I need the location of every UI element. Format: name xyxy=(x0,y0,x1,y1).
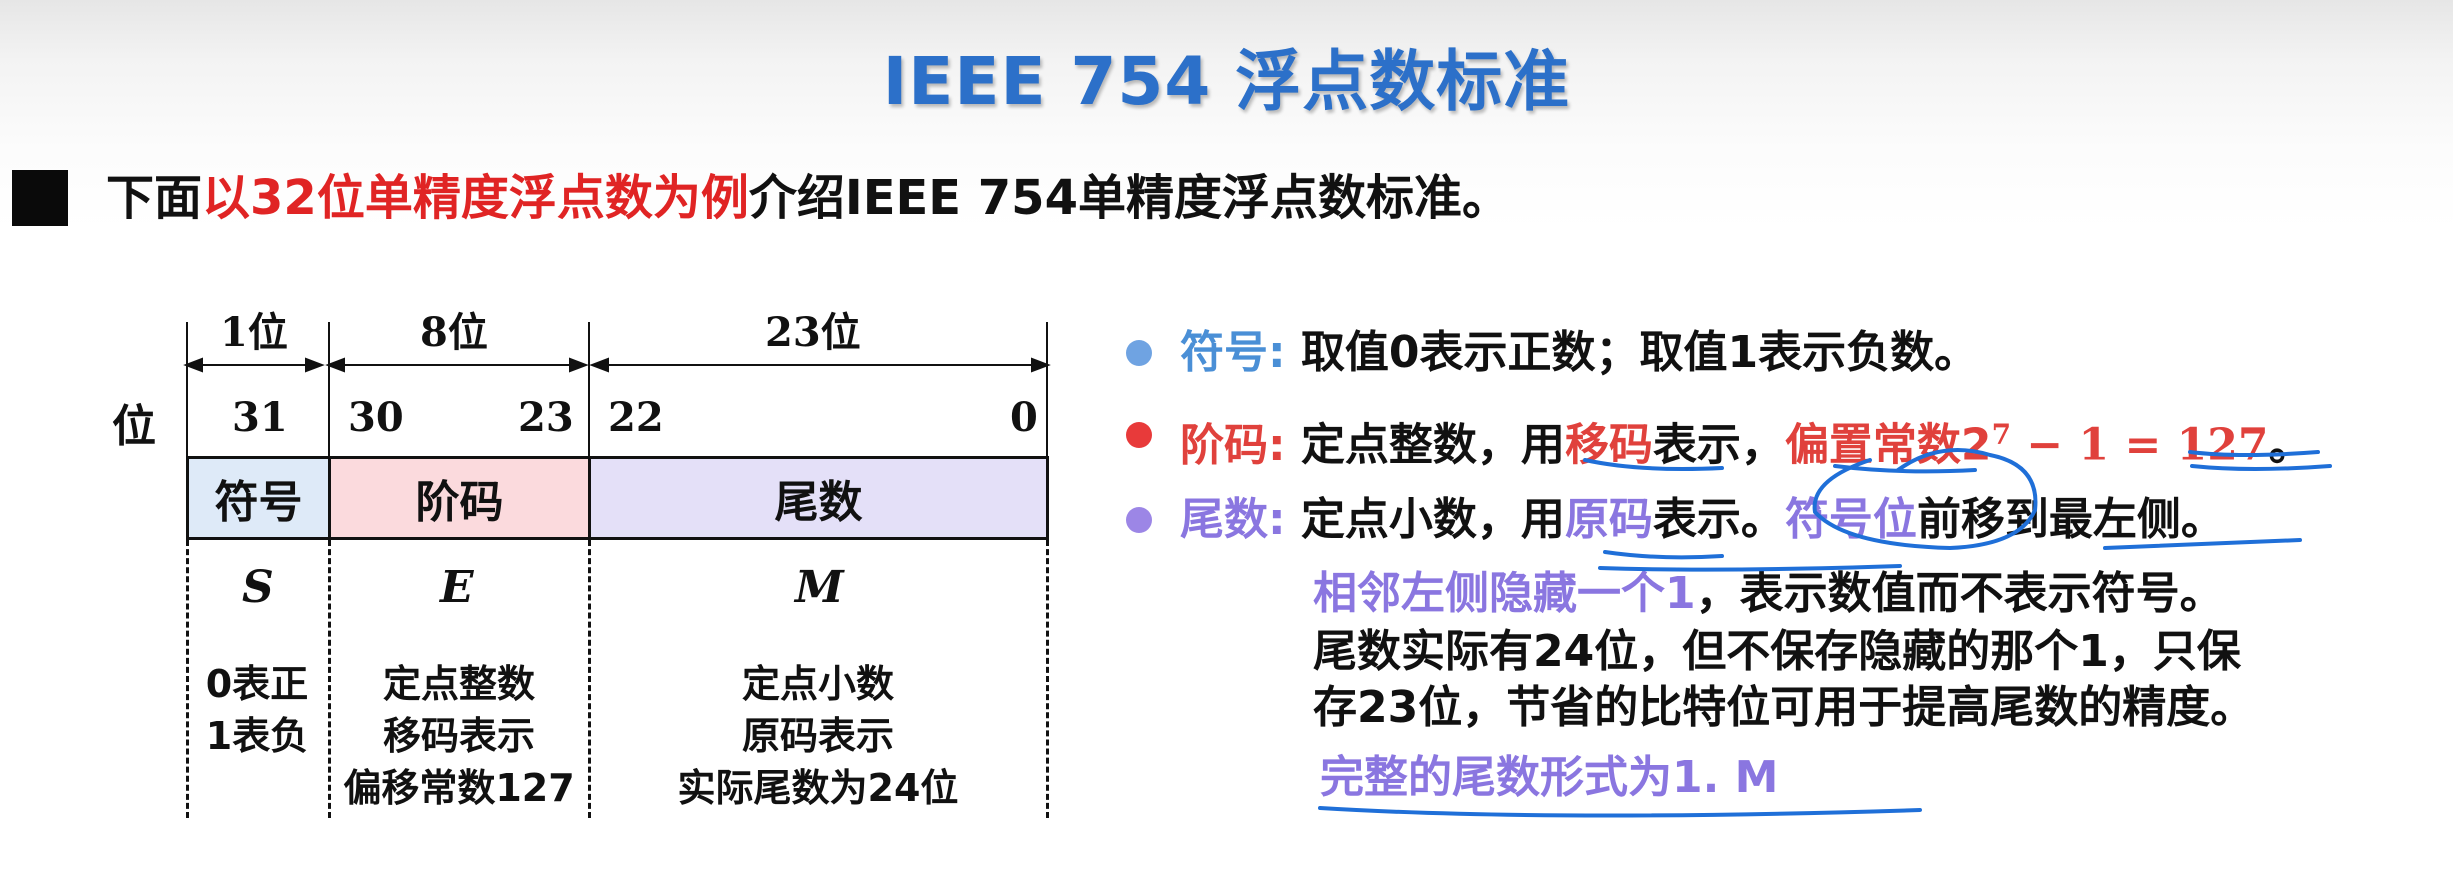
underline-annotation xyxy=(1318,806,1922,818)
underline-annotation xyxy=(1598,564,1902,572)
underline-annotation xyxy=(2103,538,2302,550)
underline-annotation xyxy=(2188,450,2332,471)
underline-annotation xyxy=(1583,458,1724,471)
underline-annotation xyxy=(1603,550,1724,560)
handwritten-annotations xyxy=(1318,448,2332,818)
circle-annotation xyxy=(1812,448,2038,551)
